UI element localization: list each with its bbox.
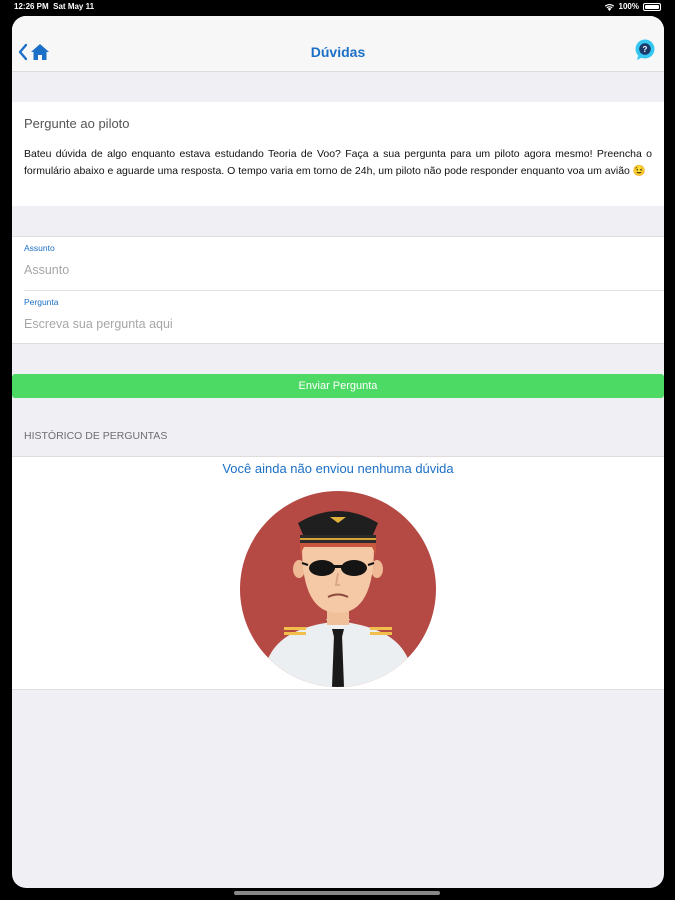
- subject-input[interactable]: [24, 263, 644, 277]
- status-bar: 12:26 PM Sat May 11 100%: [0, 0, 675, 14]
- question-input[interactable]: [24, 317, 644, 331]
- question-history-panel: Você ainda não enviou nenhuma dúvida: [12, 456, 664, 690]
- send-question-button[interactable]: Enviar Pergunta: [12, 374, 664, 398]
- navigation-bar: Dúvidas ?: [12, 16, 664, 72]
- history-section-header: HISTÓRICO DE PERGUNTAS: [24, 430, 168, 442]
- empty-history-message: Você ainda não enviou nenhuma dúvida: [222, 461, 454, 476]
- intro-title: Pergunte ao piloto: [24, 116, 130, 131]
- app-screen: Dúvidas ? Pergunte ao piloto Bateu dúvid…: [12, 16, 664, 888]
- question-form: Assunto Pergunta: [12, 236, 664, 344]
- page-title: Dúvidas: [310, 44, 366, 60]
- wifi-icon: [604, 3, 614, 11]
- help-bubble-icon[interactable]: ?: [634, 39, 656, 61]
- subject-field-row: Assunto: [12, 237, 664, 291]
- subject-label: Assunto: [24, 243, 55, 253]
- home-indicator[interactable]: [234, 891, 440, 895]
- status-right: 100%: [604, 2, 661, 11]
- svg-text:?: ?: [643, 45, 648, 54]
- question-field-row: Pergunta: [12, 291, 664, 345]
- pilot-illustration: [240, 491, 436, 687]
- battery-icon: [643, 2, 661, 11]
- question-label: Pergunta: [24, 297, 59, 307]
- intro-card: Pergunte ao piloto Bateu dúvida de algo …: [12, 102, 664, 206]
- status-time: 12:26 PM Sat May 11: [14, 2, 95, 11]
- battery-percent: 100%: [618, 2, 639, 11]
- intro-description: Bateu dúvida de algo enquanto estava est…: [24, 148, 652, 177]
